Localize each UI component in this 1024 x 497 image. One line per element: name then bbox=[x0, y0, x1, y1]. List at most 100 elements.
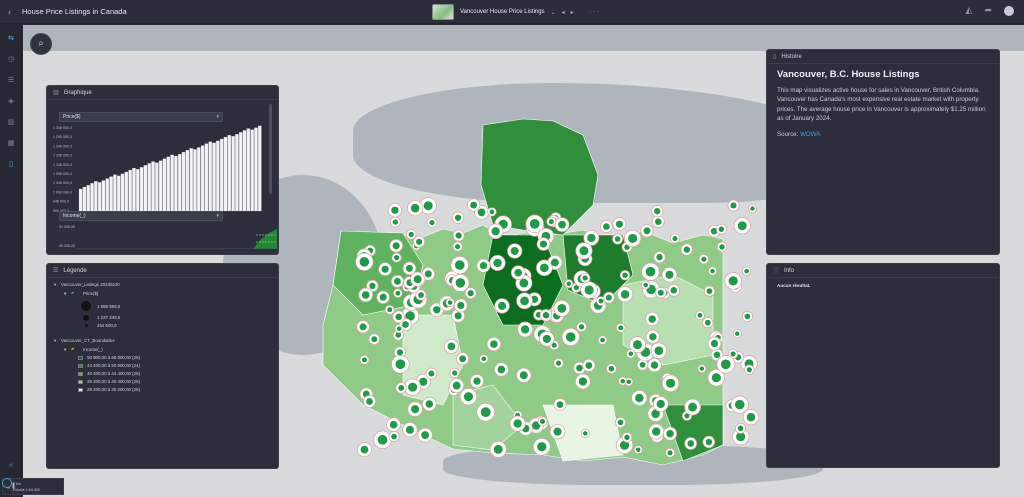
house-icon bbox=[452, 370, 458, 376]
list-icon[interactable]: ☰ bbox=[6, 76, 16, 84]
story-source-link[interactable]: WOWA bbox=[800, 131, 820, 138]
house-icon bbox=[633, 340, 642, 350]
house-icon bbox=[720, 359, 731, 370]
listing-marker bbox=[390, 274, 404, 288]
price-bar bbox=[250, 129, 254, 212]
price-bar-chart[interactable]: 1 346 000,0 1 295 000,0 1 246 000,0 1 196 0… bbox=[53, 123, 273, 213]
listing-marker bbox=[716, 223, 727, 235]
class-swatch-2 bbox=[78, 364, 83, 368]
listing-marker bbox=[641, 262, 660, 281]
more-icon[interactable]: · · · bbox=[590, 9, 599, 15]
listing-marker bbox=[356, 442, 372, 458]
chevron-down-icon: ▾ bbox=[216, 114, 219, 120]
listing-marker bbox=[549, 423, 566, 440]
histogram-dot bbox=[259, 234, 261, 236]
listing-marker bbox=[359, 355, 370, 365]
house-icon bbox=[457, 301, 465, 310]
dropdown-icon[interactable]: ⌄ bbox=[551, 9, 556, 16]
expand-icon[interactable]: ▾ bbox=[64, 347, 66, 353]
house-icon bbox=[477, 208, 486, 217]
house-icon bbox=[704, 319, 711, 326]
listing-marker bbox=[417, 427, 433, 443]
histogram-dot bbox=[265, 234, 267, 236]
listing-marker bbox=[741, 266, 752, 276]
house-icon bbox=[578, 377, 587, 386]
chart-icon[interactable]: ▥ bbox=[6, 118, 16, 126]
expand-icon[interactable]: ▾ bbox=[64, 291, 66, 297]
house-icon bbox=[710, 268, 715, 274]
collapse-icon[interactable]: « bbox=[6, 462, 16, 469]
info-panel-header: ⓘ Info bbox=[767, 264, 999, 278]
listing-marker bbox=[422, 396, 437, 412]
share-icon[interactable]: ➦ bbox=[984, 5, 992, 16]
income-histogram[interactable] bbox=[77, 225, 277, 249]
listing-marker bbox=[546, 216, 557, 227]
listing-marker bbox=[553, 398, 567, 412]
house-icon bbox=[635, 393, 644, 403]
story-source-label: Source: bbox=[777, 131, 799, 138]
class-swatch-5 bbox=[78, 388, 83, 392]
listing-marker bbox=[554, 217, 570, 232]
story-body: This map visualizes active house for sal… bbox=[777, 87, 986, 123]
listing-marker bbox=[453, 298, 468, 313]
house-icon bbox=[737, 425, 744, 432]
house-icon bbox=[639, 361, 646, 368]
histogram-dot bbox=[256, 241, 258, 243]
listing-marker bbox=[449, 367, 460, 379]
listing-marker bbox=[648, 423, 665, 440]
map-title[interactable]: Vancouver House Price Listings bbox=[460, 9, 545, 15]
legend-layer-listings[interactable]: Vancouver_Listings 20240220 bbox=[61, 282, 120, 287]
listing-marker bbox=[615, 416, 627, 428]
field-select-income[interactable]: Income(_) ▾ bbox=[59, 211, 223, 221]
search-icon[interactable]: ⌕ bbox=[30, 33, 52, 55]
histogram-dot bbox=[271, 234, 273, 236]
listing-marker bbox=[654, 286, 667, 299]
listing-marker bbox=[387, 203, 402, 218]
histogram-dot bbox=[268, 234, 270, 236]
listing-marker bbox=[553, 358, 564, 369]
map-thumbnail[interactable] bbox=[432, 4, 454, 20]
prev-map-icon[interactable]: ◂ bbox=[562, 9, 565, 16]
next-map-icon[interactable]: ▸ bbox=[571, 9, 574, 16]
expand-icon[interactable]: ▾ bbox=[54, 338, 56, 344]
expand-icon[interactable]: ▾ bbox=[54, 282, 56, 288]
house-icon bbox=[565, 332, 576, 342]
listing-marker bbox=[703, 285, 716, 297]
listing-marker bbox=[469, 374, 485, 389]
clock-icon[interactable]: ◷ bbox=[6, 55, 16, 63]
listing-marker bbox=[575, 242, 593, 260]
listing-marker bbox=[618, 376, 628, 386]
scrollbar[interactable] bbox=[269, 104, 272, 194]
chevron-left-icon[interactable]: ‹ bbox=[8, 7, 18, 17]
listing-marker bbox=[452, 229, 465, 242]
listing-marker bbox=[617, 286, 634, 303]
book-icon[interactable]: ▯ bbox=[6, 160, 16, 168]
map-switcher[interactable]: Vancouver House Price Listings ⌄ ◂ ▸ · ·… bbox=[432, 3, 599, 21]
listing-marker bbox=[407, 200, 424, 217]
legend-value-high: 1 999 999,0 bbox=[97, 304, 121, 309]
listing-marker bbox=[456, 352, 470, 366]
price-bar bbox=[155, 162, 159, 212]
listing-marker bbox=[489, 254, 506, 271]
field-select-price[interactable]: Price($) ▾ bbox=[59, 112, 223, 122]
listing-marker bbox=[410, 271, 426, 287]
house-icon bbox=[396, 349, 404, 356]
table-icon[interactable]: ▦ bbox=[6, 139, 16, 147]
house-icon bbox=[542, 334, 551, 343]
layers-icon[interactable]: ⇆ bbox=[6, 34, 16, 42]
house-icon bbox=[548, 219, 554, 225]
price-bar bbox=[132, 168, 136, 212]
house-icon bbox=[463, 392, 473, 402]
chart-panel-header: ▥ Graphique bbox=[47, 86, 278, 100]
listing-marker bbox=[735, 422, 747, 434]
legend-layer-boundaries[interactable]: Vancouver_CT_Boundaries bbox=[61, 338, 115, 343]
listing-marker bbox=[390, 216, 401, 228]
house-icon bbox=[371, 336, 378, 343]
listing-marker bbox=[476, 402, 495, 422]
globe-icon[interactable] bbox=[2, 478, 12, 488]
house-icon bbox=[452, 381, 461, 390]
stack-icon[interactable]: ◈ bbox=[6, 97, 16, 105]
ruler-icon[interactable]: ◭ bbox=[966, 5, 973, 16]
house-icon bbox=[470, 201, 478, 209]
user-avatar[interactable] bbox=[1004, 5, 1014, 16]
